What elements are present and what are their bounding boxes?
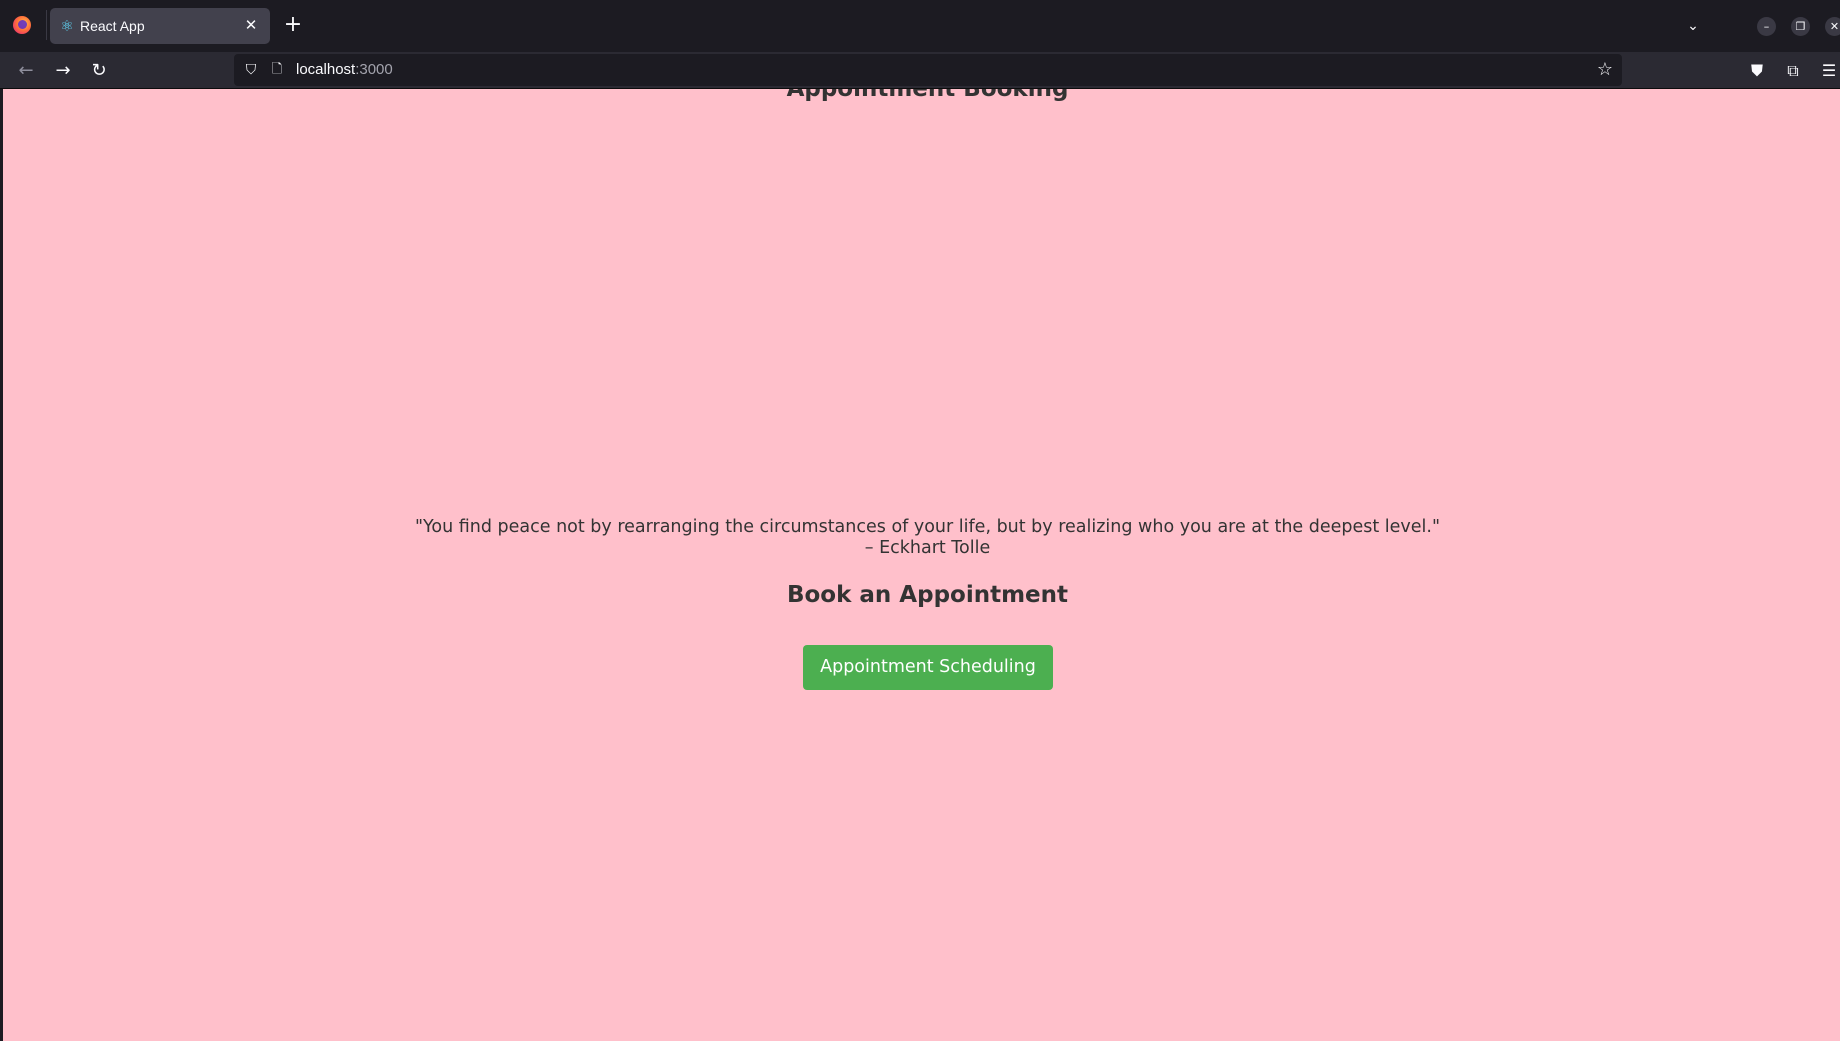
restore-icon[interactable]: ❐ (1791, 17, 1810, 36)
forward-arrow-icon[interactable]: → (49, 57, 77, 85)
tab-title: React App (80, 18, 145, 34)
tab-bar: ⚛ React App ✕ + ⌄ – ❐ ✕ (0, 0, 1840, 52)
appointment-scheduling-button[interactable]: Appointment Scheduling (803, 645, 1053, 690)
page-viewport: Appointment Booking "You find peace not … (3, 89, 1840, 1041)
page-title: Appointment Booking (786, 89, 1069, 102)
quote-author: – Eckhart Tolle (864, 538, 991, 558)
tab-react-app[interactable]: ⚛ React App ✕ (50, 8, 270, 44)
url-bar[interactable]: ⛉ 🗋 localhost:3000 ☆ (234, 54, 1622, 86)
star-icon[interactable]: ☆ (1594, 59, 1616, 81)
new-tab-button[interactable]: + (282, 14, 304, 36)
close-icon[interactable]: ✕ (240, 14, 262, 36)
url-host: localhost (296, 61, 356, 78)
tab-divider (46, 10, 47, 40)
quote-text: "You find peace not by rearranging the c… (414, 517, 1441, 537)
book-appointment-heading: Book an Appointment (786, 582, 1069, 608)
page-icon[interactable]: 🗋 (268, 61, 286, 79)
url-text[interactable]: localhost:3000 (296, 61, 393, 79)
pocket-icon[interactable]: ⛊ (1743, 57, 1771, 85)
navigation-toolbar: ← → ↻ ⛉ 🗋 localhost:3000 ☆ ⛊ ⧉ ☰ (0, 52, 1840, 89)
firefox-logo-icon[interactable] (13, 16, 31, 34)
menu-icon[interactable]: ☰ (1815, 57, 1840, 85)
back-arrow-icon[interactable]: ← (12, 57, 40, 85)
url-port: :3000 (355, 61, 393, 78)
extensions-icon[interactable]: ⧉ (1779, 57, 1807, 85)
tab-list-chevron-icon[interactable]: ⌄ (1682, 15, 1704, 37)
shield-icon[interactable]: ⛉ (242, 61, 260, 79)
close-window-icon[interactable]: ✕ (1825, 17, 1840, 36)
minimize-icon[interactable]: – (1757, 17, 1776, 36)
react-icon: ⚛ (60, 17, 74, 35)
reload-icon[interactable]: ↻ (85, 57, 113, 85)
